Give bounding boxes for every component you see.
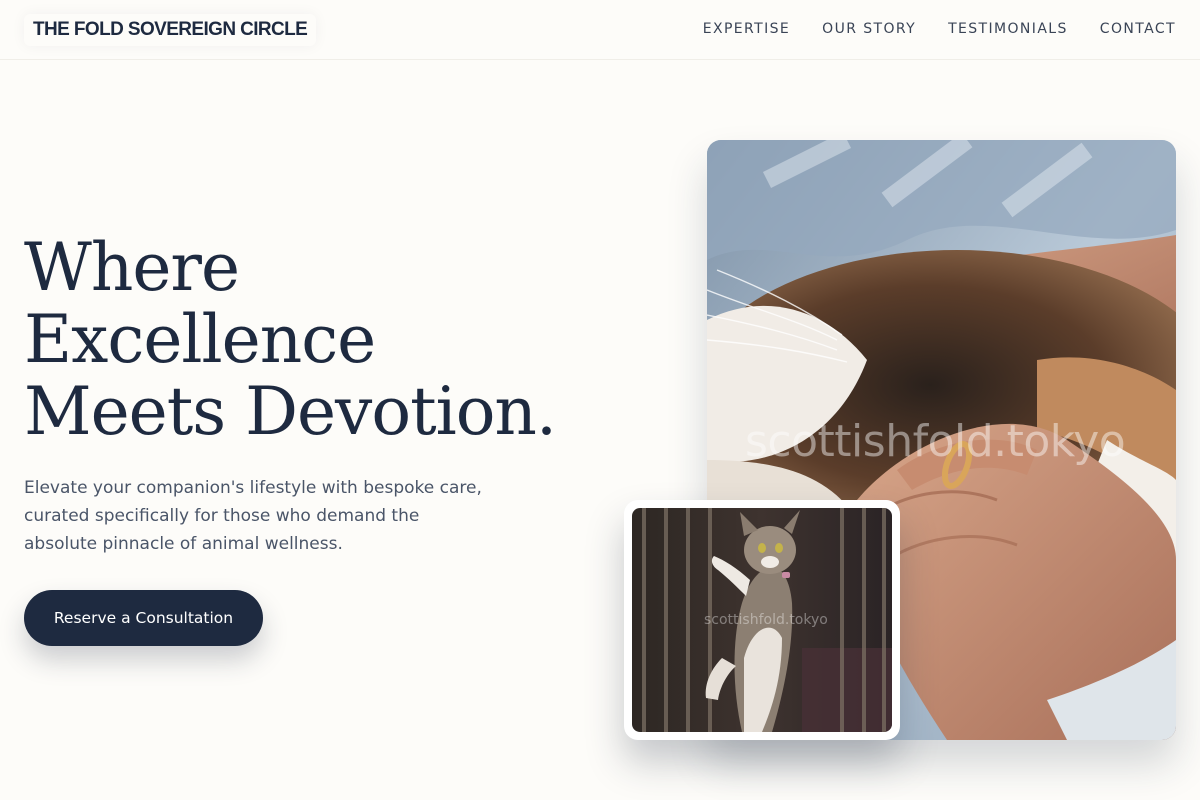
secondary-image-watermark: scottishfold.tokyo	[704, 612, 828, 628]
hero-subtitle: Elevate your companion's lifestyle with …	[24, 478, 482, 554]
reserve-consultation-button[interactable]: Reserve a Consultation	[24, 590, 263, 646]
nav-testimonials[interactable]: TESTIMONIALS	[948, 19, 1068, 39]
hero-title-line-2: Excellence	[24, 301, 376, 378]
hero-secondary-image: scottishfold.tokyo	[632, 508, 892, 732]
nav-our-story[interactable]: OUR STORY	[822, 19, 916, 39]
hero-title: Where Excellence Meets Devotion.	[24, 232, 624, 448]
hero-secondary-image-frame: scottishfold.tokyo	[624, 500, 900, 740]
main-nav: EXPERTISE OUR STORY TESTIMONIALS CONTACT	[703, 19, 1176, 39]
nav-contact[interactable]: CONTACT	[1100, 19, 1176, 39]
site-header: THE FOLD SOVEREIGN CIRCLE EXPERTISE OUR …	[0, 0, 1200, 60]
hero-title-line-3: Meets Devotion.	[24, 373, 557, 450]
main-image-watermark: scottishfold.tokyo	[745, 416, 1126, 467]
brand-logo[interactable]: THE FOLD SOVEREIGN CIRCLE	[24, 14, 317, 46]
nav-expertise[interactable]: EXPERTISE	[703, 19, 790, 39]
hero-title-line-1: Where	[24, 229, 240, 306]
